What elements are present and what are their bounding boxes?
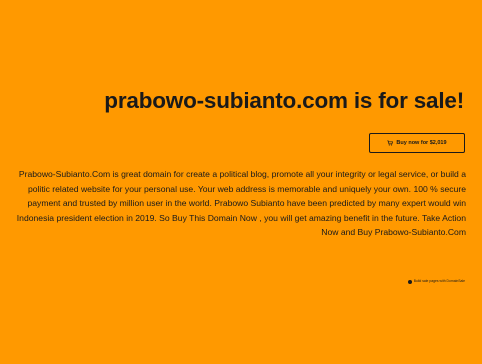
footnote-link[interactable]: Build sale pages with DomainSale [407, 279, 465, 284]
cart-icon [387, 140, 394, 146]
info-icon [407, 279, 412, 284]
footnote-text: Build sale pages with DomainSale [413, 279, 465, 283]
sale-page: prabowo-subianto.com is for sale! Buy no… [0, 0, 482, 364]
domain-description: Prabowo-Subianto.Com is great domain for… [16, 169, 466, 238]
page-title: prabowo-subianto.com is for sale! [104, 88, 464, 113]
buy-now-button[interactable]: Buy now for $2,019 [369, 133, 465, 153]
buy-now-label: Buy now for $2,019 [396, 140, 447, 146]
